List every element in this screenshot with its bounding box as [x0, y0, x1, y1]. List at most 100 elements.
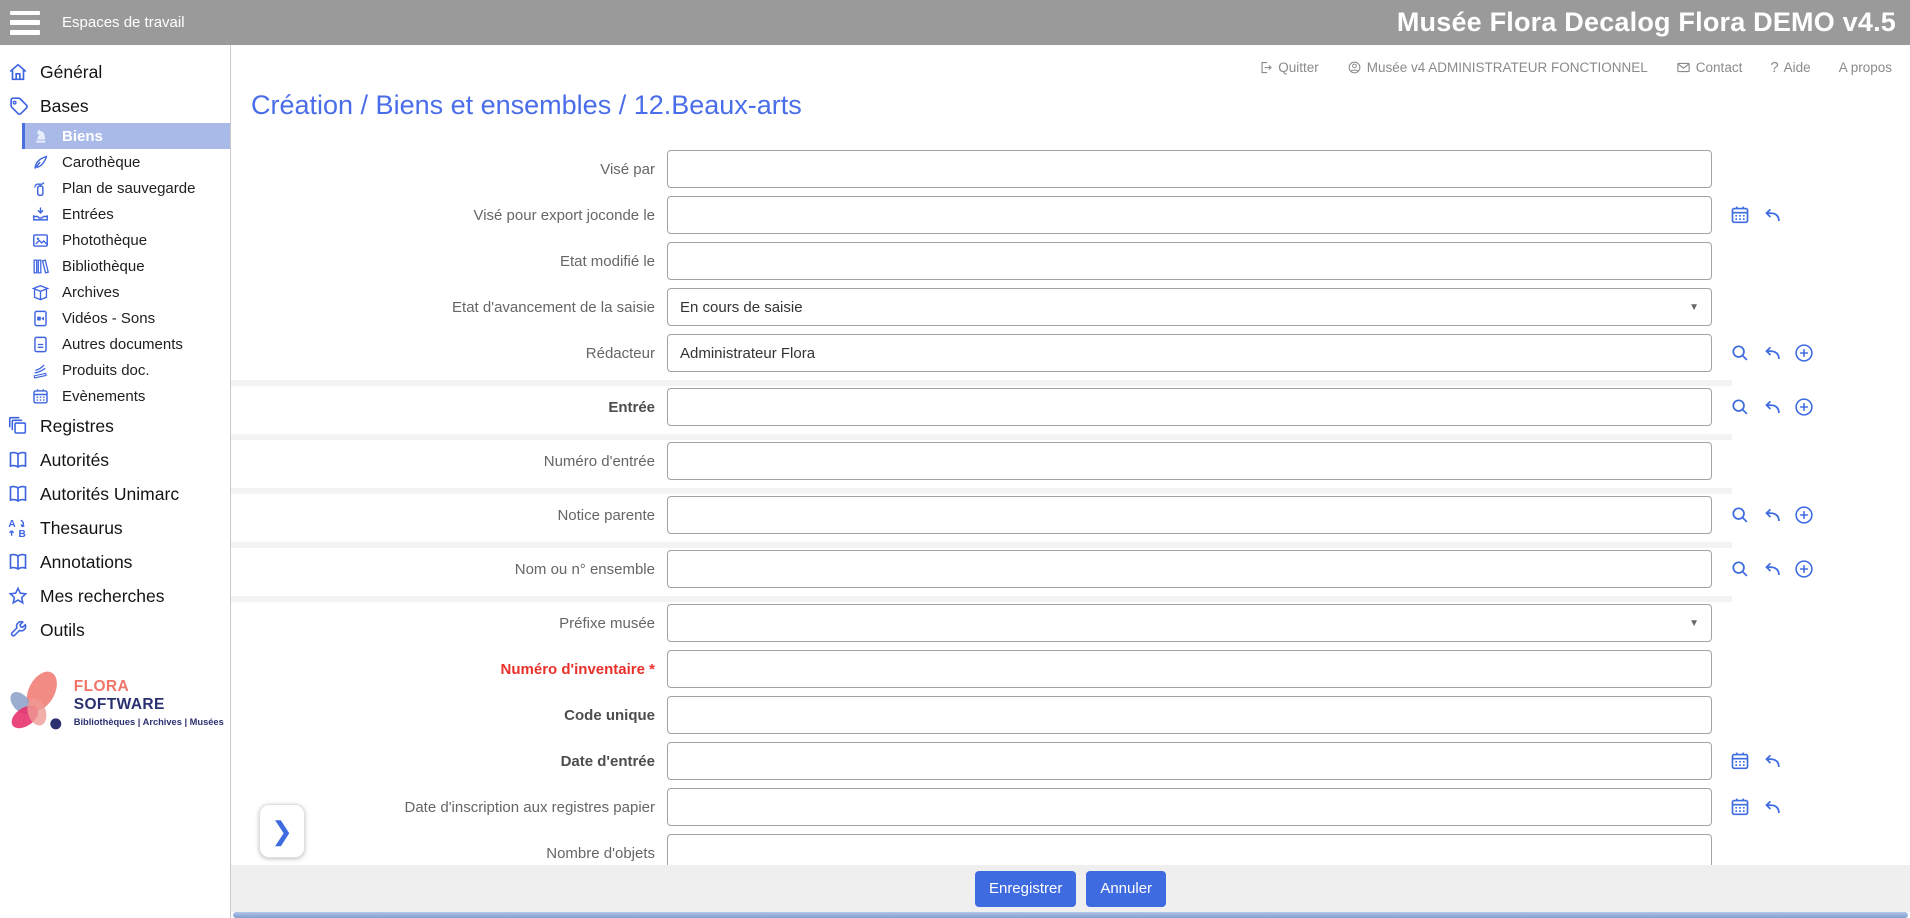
sidebar-item-label: Produits doc.: [62, 362, 150, 379]
search-icon[interactable]: [1729, 396, 1751, 418]
sidebar-item-bibliotheque[interactable]: Bibliothèque: [22, 253, 230, 279]
sidebar-item-outils[interactable]: Outils: [0, 613, 230, 647]
etat-avancement-label: Etat d'avancement de la saisie: [251, 299, 667, 316]
current-user-link[interactable]: Musée v4 ADMINISTRATEUR FONCTIONNEL: [1347, 60, 1648, 75]
plus-circle-icon[interactable]: [1793, 342, 1815, 364]
vise-export-joconde-label: Visé pour export joconde le: [251, 207, 667, 224]
undo-icon[interactable]: [1761, 796, 1783, 818]
notice-parente-input[interactable]: [667, 496, 1712, 534]
redacteur-input[interactable]: [667, 334, 1712, 372]
undo-icon[interactable]: [1761, 396, 1783, 418]
save-button[interactable]: Enregistrer: [975, 871, 1076, 907]
etat-avancement-select[interactable]: En cours de saisie ▼: [667, 288, 1712, 326]
sidebar-item-mes-recherches[interactable]: Mes recherches: [0, 579, 230, 613]
entree-input[interactable]: [667, 388, 1712, 426]
utility-bar: Quitter Musée v4 ADMINISTRATEUR FONCTION…: [231, 45, 1910, 76]
numero-entree-input[interactable]: [667, 442, 1712, 480]
menu-hamburger-icon[interactable]: [10, 11, 40, 35]
code-unique-input[interactable]: [667, 696, 1712, 734]
mail-icon: [1676, 60, 1691, 75]
sidebar-item-autorites-unimarc[interactable]: Autorités Unimarc: [0, 477, 230, 511]
sidebar-item-thesaurus[interactable]: Thesaurus: [0, 511, 230, 545]
form-row-nombre-objets: Nombre d'objets: [231, 834, 1910, 865]
calendar-icon[interactable]: [1729, 750, 1751, 772]
row-separator: [231, 380, 1732, 386]
archive-box-icon: [28, 283, 52, 302]
sidebar-item-label: Registres: [40, 416, 114, 437]
date-inscription-registres-input[interactable]: [667, 788, 1712, 826]
search-icon[interactable]: [1729, 504, 1751, 526]
sidebar-item-carotheque[interactable]: Carothèque: [22, 149, 230, 175]
selection-accent: [22, 123, 25, 149]
undo-icon[interactable]: [1761, 750, 1783, 772]
form-row-nom-ensemble: Nom ou n° ensemble: [231, 550, 1910, 588]
sidebar-item-videos-sons[interactable]: Vidéos - Sons: [22, 305, 230, 331]
inbox-down-icon: [28, 205, 52, 224]
creation-form: Visé par Visé pour export joconde le Eta…: [231, 150, 1910, 865]
sidebar-item-label: Evènements: [62, 388, 145, 405]
quit-link[interactable]: Quitter: [1258, 60, 1319, 75]
undo-icon[interactable]: [1761, 558, 1783, 580]
paper-stack-icon: [28, 361, 52, 380]
search-icon[interactable]: [1729, 342, 1751, 364]
form-row-etat-modifie: Etat modifié le: [231, 242, 1910, 280]
help-link[interactable]: ? Aide: [1770, 59, 1810, 76]
sidebar-item-entrees[interactable]: Entrées: [22, 201, 230, 227]
sidebar-item-general[interactable]: Général: [0, 55, 230, 89]
sidebar-item-label: Autorités: [40, 450, 109, 471]
sidebar-item-autres-documents[interactable]: Autres documents: [22, 331, 230, 357]
numero-inventaire-input[interactable]: [667, 650, 1712, 688]
sidebar-item-plan-de-sauvegarde[interactable]: Plan de sauvegarde: [22, 175, 230, 201]
row-separator: [231, 488, 1732, 494]
about-link[interactable]: A propos: [1839, 60, 1892, 75]
sidebar-item-produits-doc[interactable]: Produits doc.: [22, 357, 230, 383]
sidebar-item-autorites[interactable]: Autorités: [0, 443, 230, 477]
workspaces-label[interactable]: Espaces de travail: [62, 14, 185, 31]
nom-ensemble-input[interactable]: [667, 550, 1712, 588]
calendar-icon[interactable]: [1729, 796, 1751, 818]
sidebar-item-registres[interactable]: Registres: [0, 409, 230, 443]
sidebar-item-label: Outils: [40, 620, 85, 641]
vise-export-joconde-input[interactable]: [667, 196, 1712, 234]
row-separator: [231, 596, 1732, 602]
sidebar-item-bases[interactable]: Bases: [0, 89, 230, 123]
contact-label: Contact: [1696, 60, 1743, 75]
undo-icon[interactable]: [1761, 504, 1783, 526]
horizontal-scrollbar[interactable]: [233, 912, 1908, 918]
cancel-button[interactable]: Annuler: [1086, 871, 1166, 907]
form-row-redacteur: Rédacteur: [231, 334, 1910, 372]
sidebar-item-label: Annotations: [40, 552, 132, 573]
tag-icon: [6, 95, 30, 117]
etat-modifie-input[interactable]: [667, 242, 1712, 280]
undo-icon[interactable]: [1761, 342, 1783, 364]
sidebar-item-label: Archives: [62, 284, 120, 301]
undo-icon[interactable]: [1761, 204, 1783, 226]
logo-brand-primary: FLORA: [74, 678, 129, 695]
expand-panel-button[interactable]: ❯: [259, 804, 305, 858]
flora-software-logo: FLORA SOFTWARE Bibliothèques | Archives …: [4, 665, 224, 739]
sidebar-item-label: Autorités Unimarc: [40, 484, 179, 505]
copies-icon: [6, 415, 30, 437]
nombre-objets-input[interactable]: [667, 834, 1712, 865]
search-icon[interactable]: [1729, 558, 1751, 580]
date-entree-input[interactable]: [667, 742, 1712, 780]
plus-circle-icon[interactable]: [1793, 504, 1815, 526]
calendar-icon[interactable]: [1729, 204, 1751, 226]
sidebar-item-evenements[interactable]: Evènements: [22, 383, 230, 409]
plus-circle-icon[interactable]: [1793, 558, 1815, 580]
plus-circle-icon[interactable]: [1793, 396, 1815, 418]
sidebar-item-biens[interactable]: Biens: [22, 123, 230, 149]
numero-entree-label: Numéro d'entrée: [251, 453, 667, 470]
sidebar-item-annotations[interactable]: Annotations: [0, 545, 230, 579]
sidebar-item-phototheque[interactable]: Photothèque: [22, 227, 230, 253]
contact-link[interactable]: Contact: [1676, 60, 1743, 75]
vise-par-input[interactable]: [667, 150, 1712, 188]
form-row-entree: Entrée: [231, 388, 1910, 426]
topbar: Espaces de travail Musée Flora Decalog F…: [0, 0, 1910, 45]
chevron-right-icon: ❯: [271, 816, 293, 847]
sidebar-item-archives[interactable]: Archives: [22, 279, 230, 305]
help-label: Aide: [1784, 60, 1811, 75]
prefixe-musee-select[interactable]: ▼: [667, 604, 1712, 642]
date-entree-label: Date d'entrée: [251, 753, 667, 770]
form-row-vise-par: Visé par: [231, 150, 1910, 188]
